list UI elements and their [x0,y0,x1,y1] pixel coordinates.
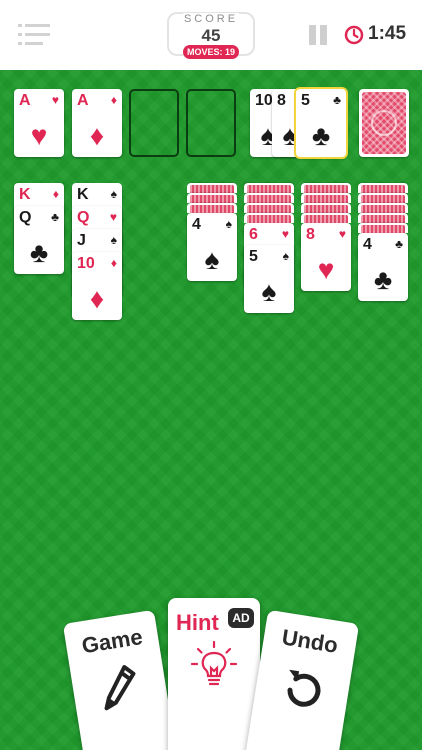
card-rank: 8 [306,226,315,243]
face-down-card [244,193,294,203]
heart-icon: ♥ [30,120,48,151]
tableau-card[interactable]: Q ♣ ♣ [14,206,64,274]
face-down-card [358,223,408,233]
card-rank: A [77,92,89,109]
card-rank: 5 [249,248,258,265]
undo-label: Undo [280,624,340,658]
heart-icon: ♥ [109,210,117,224]
pencil-icon [104,665,136,711]
face-down-card [187,193,237,203]
tableau-card[interactable]: 4 ♠ ♠ [187,213,237,281]
spade-icon: ♠ [110,233,117,247]
face-down-card [301,183,351,193]
spade-icon: ♠ [225,217,232,231]
diamond-icon: ♦ [52,187,59,201]
clock-icon [344,25,364,45]
club-icon: ♣ [51,210,59,224]
card-rank: 5 [301,92,310,109]
face-down-card [358,203,408,213]
spade-icon: ♠ [282,249,289,263]
face-down-card [187,203,237,213]
card-rank: K [77,186,89,203]
spade-icon: ♠ [261,276,277,307]
pause-icon[interactable] [308,25,328,45]
face-down-card [244,183,294,193]
face-down-card [301,193,351,203]
face-down-card [301,213,351,223]
spade-icon: ♠ [204,244,220,275]
score-value: 45 [201,26,221,45]
heart-icon: ♥ [317,254,335,285]
hint-button[interactable]: Hint AD [168,598,260,750]
tableau-card[interactable]: 5 ♠ ♠ [244,245,294,313]
waste-top-card[interactable]: 5 ♣ ♣ [296,89,346,157]
ad-badge: AD [228,608,254,628]
card-rank: 6 [249,226,258,243]
foundation-slot-empty[interactable] [186,89,236,157]
face-down-card [358,183,408,193]
card-rank: 10 [77,255,95,272]
club-icon: ♣ [311,120,331,151]
score-label: SCORE [183,13,239,25]
heart-icon: ♥ [51,93,59,107]
menu-icon[interactable] [18,24,50,46]
timer: 1:45 [368,23,407,44]
card-rank: 4 [363,236,372,253]
face-down-card [244,203,294,213]
diamond-icon: ♦ [89,120,105,151]
tableau-card[interactable]: 4 ♣ ♣ [358,233,408,301]
foundation-hearts[interactable]: A ♥ ♥ [14,89,64,157]
club-icon: ♣ [395,237,403,251]
diamond-icon: ♦ [89,283,105,314]
diamond-icon: ♦ [110,93,117,107]
club-icon: ♣ [29,237,49,268]
card-rank: A [19,92,31,109]
face-down-card [358,213,408,223]
tableau-card[interactable]: 8 ♥ ♥ [301,223,351,291]
club-icon: ♣ [333,93,341,107]
card-back-ornament [371,110,397,136]
card-rank: Q [19,209,32,226]
tableau-card[interactable]: 10 ♦ ♦ [72,252,122,320]
heart-icon: ♥ [338,227,346,241]
hint-label: Hint [176,610,219,635]
diamond-icon: ♦ [110,256,117,270]
card-rank: J [77,232,86,249]
face-down-card [301,203,351,213]
card-rank: Q [77,209,90,226]
face-down-card [244,213,294,223]
heart-icon: ♥ [281,227,289,241]
foundation-slot-empty[interactable] [129,89,179,157]
game-label: Game [79,623,145,659]
club-icon: ♣ [373,264,393,295]
card-rank: 8 [277,92,286,109]
lightbulb-icon [190,640,238,686]
top-bar: SCORE 45 MOVES: 19 1:45 [0,0,422,70]
foundation-diamonds[interactable]: A ♦ ♦ [72,89,122,157]
spade-icon: ♠ [110,187,117,201]
score-box: SCORE 45 MOVES: 19 [167,12,255,59]
moves-badge: MOVES: 19 [183,45,239,59]
card-rank: 4 [192,216,201,233]
undo-icon [287,669,321,707]
card-rank: 10 [255,92,273,109]
face-down-card [187,183,237,193]
stock-pile[interactable] [359,89,409,157]
card-rank: K [19,186,31,203]
face-down-card [358,193,408,203]
